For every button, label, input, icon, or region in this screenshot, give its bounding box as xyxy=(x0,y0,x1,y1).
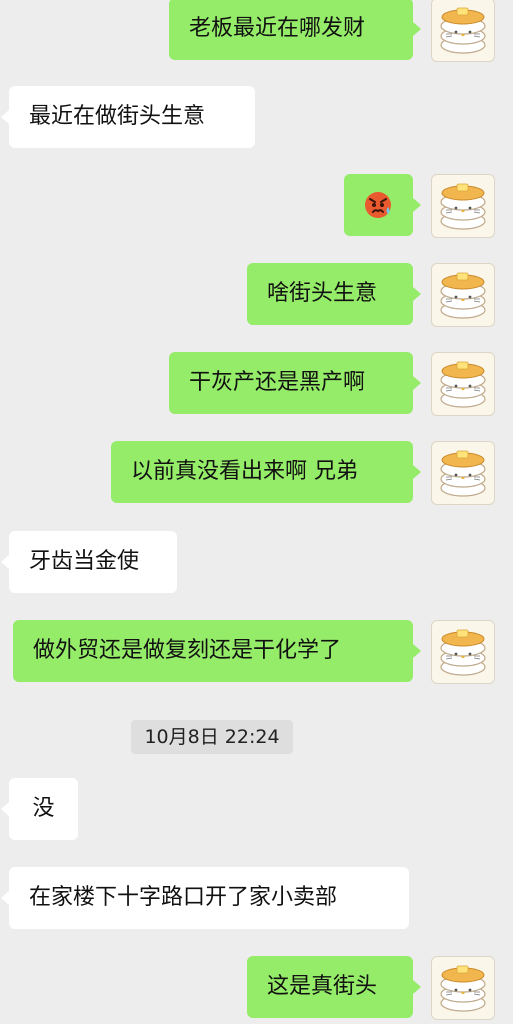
message-text: 牙齿当金使 xyxy=(29,549,140,574)
message-bubble-received[interactable]: 牙齿当金使 xyxy=(1,531,177,593)
pancake-kitty-avatar-icon xyxy=(440,450,486,497)
message-row-sent: 老板最近在哪发财 xyxy=(0,0,513,62)
pancake-kitty-avatar-icon xyxy=(440,965,486,1012)
message-bubble-sent[interactable]: 老板最近在哪发财 xyxy=(169,0,421,60)
self-avatar[interactable] xyxy=(431,956,495,1020)
message-text: 啥街头生意 xyxy=(267,281,378,306)
message-bubble-sent[interactable]: 干灰产还是黑产啊 xyxy=(169,352,421,414)
message-row-sent: 啥街头生意 xyxy=(0,263,513,327)
message-row-sent xyxy=(0,174,513,238)
message-bubble-sent[interactable]: 这是真街头 xyxy=(247,956,421,1018)
self-avatar[interactable] xyxy=(431,352,495,416)
message-text: 在家楼下十字路口开了家小卖部 xyxy=(29,885,338,910)
message-bubble-received[interactable]: 没 xyxy=(1,778,78,840)
pancake-kitty-avatar-icon xyxy=(440,629,486,676)
message-row-received: 牙齿当金使 xyxy=(0,531,513,595)
message-bubble-sent[interactable]: 以前真没看出来啊 兄弟 xyxy=(111,441,421,503)
message-row-received: 在家楼下十字路口开了家小卖部 xyxy=(0,867,513,931)
pancake-kitty-avatar-icon xyxy=(440,7,486,54)
pancake-kitty-avatar-icon xyxy=(440,361,486,408)
self-avatar[interactable] xyxy=(431,441,495,505)
message-bubble-sent[interactable]: 啥街头生意 xyxy=(247,263,421,325)
message-bubble-sent[interactable] xyxy=(344,174,421,236)
message-row-received: 最近在做街头生意 xyxy=(0,86,513,150)
angry-sweat-face-emoji xyxy=(365,192,391,218)
self-avatar[interactable] xyxy=(431,0,495,62)
message-text: 以前真没看出来啊 兄弟 xyxy=(131,459,358,484)
message-text: 老板最近在哪发财 xyxy=(189,16,366,41)
message-row-sent: 以前真没看出来啊 兄弟 xyxy=(0,441,513,505)
message-bubble-sent[interactable]: 做外贸还是做复刻还是干化学了 xyxy=(13,620,421,682)
message-bubble-received[interactable]: 在家楼下十字路口开了家小卖部 xyxy=(1,867,409,929)
message-row-received: 没 xyxy=(0,778,513,842)
message-row-sent: 干灰产还是黑产啊 xyxy=(0,352,513,416)
message-text: 做外贸还是做复刻还是干化学了 xyxy=(33,638,342,663)
pancake-kitty-avatar-icon xyxy=(440,272,486,319)
message-text: 干灰产还是黑产啊 xyxy=(189,370,366,395)
timestamp-divider: 10月8日 22:24 xyxy=(131,720,293,754)
self-avatar[interactable] xyxy=(431,263,495,327)
pancake-kitty-avatar-icon xyxy=(440,183,486,230)
self-avatar[interactable] xyxy=(431,620,495,684)
message-bubble-received[interactable]: 最近在做街头生意 xyxy=(1,86,255,148)
message-text: 这是真街头 xyxy=(267,974,378,999)
message-row-sent: 做外贸还是做复刻还是干化学了 xyxy=(0,620,513,684)
message-text: 最近在做街头生意 xyxy=(29,104,206,129)
chat-message-list[interactable]: 老板最近在哪发财 最近在做街头生意 啥街头生意 干灰产还是黑产啊 以前真没看出来… xyxy=(0,0,513,1024)
message-text: 没 xyxy=(32,796,55,821)
message-row-sent: 这是真街头 xyxy=(0,956,513,1020)
self-avatar[interactable] xyxy=(431,174,495,238)
